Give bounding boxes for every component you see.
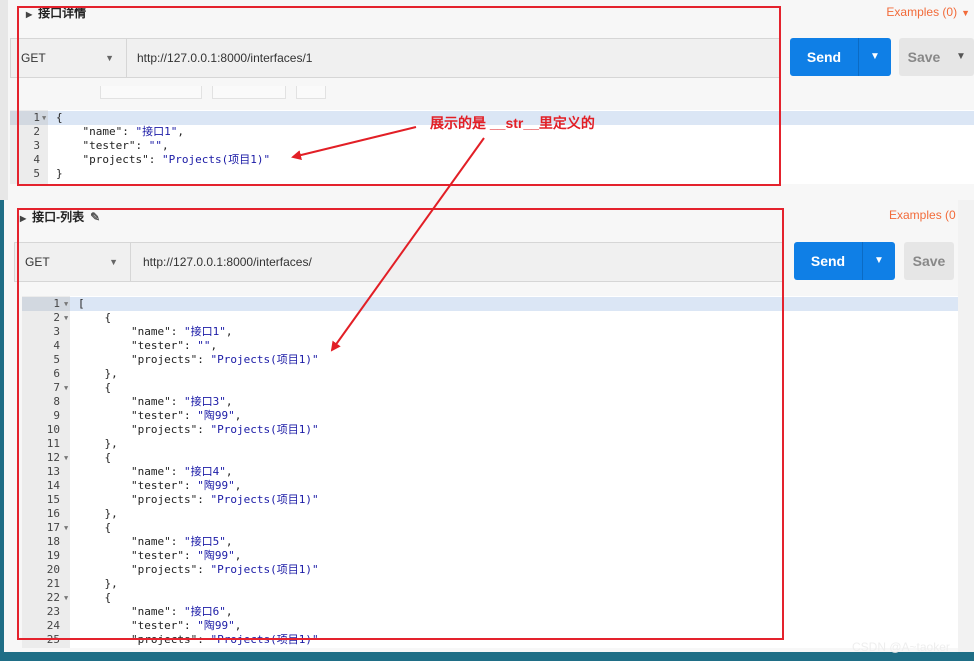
arrow-to-list (330, 137, 485, 352)
arrow-to-detail (291, 126, 417, 160)
annotation-arrows (291, 126, 485, 352)
annotation-text: 展示的是 __str__里定义的 (430, 115, 595, 131)
watermark: CSDN @A~taoker (852, 640, 950, 654)
